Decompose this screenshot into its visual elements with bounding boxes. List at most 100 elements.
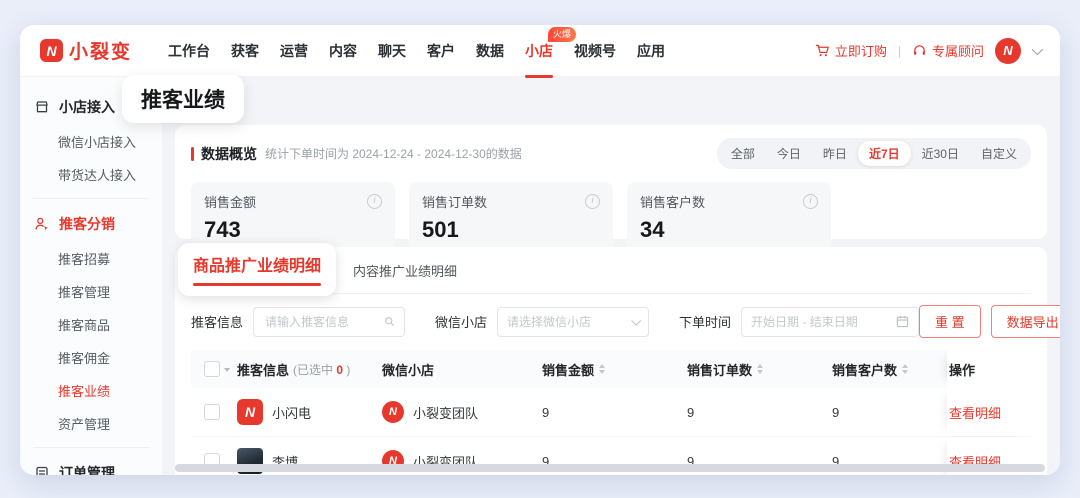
order-now-button[interactable]: 立即订购 <box>815 41 887 60</box>
sort-icon[interactable] <box>757 361 763 377</box>
app-window: N 小裂变 工作台 获客 运营 内容 聊天 客户 数据 小店 火爆 视频号 应用… <box>20 25 1060 475</box>
shop-select-placeholder: 请选择微信小店 <box>507 313 626 330</box>
overview-section-title: 数据概览 <box>201 144 257 164</box>
nav-item-channels[interactable]: 视频号 <box>574 41 616 61</box>
advisor-button[interactable]: 专属顾问 <box>912 41 984 60</box>
filter-bar: 推客信息 微信小店 请选择微信小店 下单时 <box>191 305 1031 338</box>
info-icon[interactable]: i <box>585 194 600 209</box>
nav-item-apps[interactable]: 应用 <box>637 41 665 61</box>
date-range-picker[interactable]: 开始日期 - 结束日期 <box>741 307 919 337</box>
brand-logo[interactable]: N 小裂变 <box>40 37 132 64</box>
nav-item-customer[interactable]: 客户 <box>427 41 455 61</box>
sidebar-group-label: 小店接入 <box>59 97 115 117</box>
brand-logo-icon: N <box>40 39 63 62</box>
tab-content-promotion-detail[interactable]: 内容推广业绩明细 <box>353 261 457 280</box>
order-time-filter-label: 下单时间 <box>679 312 731 331</box>
stat-label: 销售客户数 <box>640 192 705 211</box>
nav-item-acquisition[interactable]: 获客 <box>231 41 259 61</box>
range-tab-all[interactable]: 全部 <box>720 141 766 166</box>
data-overview-card: 数据概览 统计下单时间为 2024-12-24 - 2024-12-30的数据 … <box>175 125 1047 239</box>
detail-tabs: 商品推广业绩明细 内容推广业绩明细 <box>191 247 1031 294</box>
stat-label: 销售金额 <box>204 192 256 211</box>
table-row: N 小闪电 N 小裂变团队 9 9 9 查看明细 <box>191 388 1031 437</box>
nav-item-chat[interactable]: 聊天 <box>378 41 406 61</box>
promoter-search-field[interactable] <box>253 307 405 337</box>
date-range-placeholder: 开始日期 - 结束日期 <box>751 313 890 330</box>
range-tab-yesterday[interactable]: 昨日 <box>812 141 858 166</box>
date-range-segmented-control: 全部 今日 昨日 近7日 近30日 自定义 <box>717 138 1031 169</box>
column-header-shop: 微信小店 <box>382 360 434 379</box>
horizontal-scrollbar[interactable] <box>175 464 1045 472</box>
brand-name: 小裂变 <box>69 37 132 64</box>
headset-icon <box>912 43 927 58</box>
range-tab-last7days[interactable]: 近7日 <box>858 141 911 166</box>
table-header: 推客信息 (已选中 0 ) 微信小店 销售金额 销售订单数 销售客户数 <box>191 350 1031 388</box>
advisor-label: 专属顾问 <box>932 41 984 60</box>
sidebar-divider <box>33 198 149 199</box>
promoter-filter-label: 推客信息 <box>191 312 243 331</box>
tab-goods-promotion-detail[interactable]: 商品推广业绩明细 <box>178 243 336 296</box>
sidebar-item-promoter-recruit[interactable]: 推客招募 <box>20 242 162 275</box>
column-header-action: 操作 <box>949 360 975 379</box>
sidebar: 小店接入 微信小店接入 带货达人接入 推客分销 推客招募 推客管理 推客商品 推… <box>20 77 162 475</box>
storefront-icon <box>34 99 50 115</box>
chevron-down-icon[interactable] <box>1032 43 1043 54</box>
shop-logo-icon: N <box>382 401 404 423</box>
stat-card-sales-customers: 销售客户数 i 34 <box>627 182 831 253</box>
topbar-actions: 立即订购 | 专属顾问 N <box>815 38 1040 64</box>
nav-item-data[interactable]: 数据 <box>476 41 504 61</box>
sidebar-item-influencer-access[interactable]: 带货达人接入 <box>20 158 162 191</box>
page-title: 推客业绩 <box>122 75 244 123</box>
sidebar-item-wechat-shop-access[interactable]: 微信小店接入 <box>20 125 162 158</box>
promoter-search-input[interactable] <box>263 314 378 330</box>
shop-name: 小裂变团队 <box>413 403 478 422</box>
hot-badge: 火爆 <box>548 27 576 42</box>
reset-button[interactable]: 重 置 <box>919 305 981 338</box>
sidebar-group-promoter-distribution[interactable]: 推客分销 <box>20 206 162 242</box>
order-now-label: 立即订购 <box>835 41 887 60</box>
sidebar-item-promoter-goods[interactable]: 推客商品 <box>20 308 162 341</box>
nav-item-workbench[interactable]: 工作台 <box>168 41 210 61</box>
info-icon[interactable]: i <box>367 194 382 209</box>
nav-item-shop[interactable]: 小店 火爆 <box>525 41 553 61</box>
sidebar-item-promoter-performance[interactable]: 推客业绩 <box>20 374 162 407</box>
active-tab-label: 商品推广业绩明细 <box>193 252 321 276</box>
range-tab-last30days[interactable]: 近30日 <box>911 141 970 166</box>
range-tab-today[interactable]: 今日 <box>766 141 812 166</box>
user-avatar[interactable]: N <box>995 38 1021 64</box>
shop-select[interactable]: 请选择微信小店 <box>497 307 649 337</box>
calendar-icon <box>896 315 909 328</box>
sidebar-group-order-manage[interactable]: 订单管理 <box>20 455 162 475</box>
column-header-orders: 销售订单数 <box>687 360 752 379</box>
sales-customers-value: 9 <box>832 405 947 420</box>
select-menu-caret-icon[interactable] <box>224 368 230 375</box>
promoter-person-icon <box>34 216 50 232</box>
search-icon <box>384 315 395 328</box>
column-header-promoter: 推客信息 <box>237 360 289 379</box>
nav-item-operation[interactable]: 运营 <box>280 41 308 61</box>
row-checkbox[interactable] <box>204 404 220 420</box>
column-header-amount: 销售金额 <box>542 360 594 379</box>
sort-icon[interactable] <box>902 361 908 377</box>
sidebar-item-promoter-manage[interactable]: 推客管理 <box>20 275 162 308</box>
export-data-button[interactable]: 数据导出 <box>991 305 1060 338</box>
promoter-name: 小闪电 <box>272 403 311 422</box>
column-header-customers: 销售客户数 <box>832 360 897 379</box>
sidebar-item-promoter-commission[interactable]: 推客佣金 <box>20 341 162 374</box>
nav-item-content[interactable]: 内容 <box>329 41 357 61</box>
range-tab-custom[interactable]: 自定义 <box>970 141 1028 166</box>
view-detail-link[interactable]: 查看明细 <box>949 403 1001 422</box>
stat-value: 34 <box>640 217 818 243</box>
sort-icon[interactable] <box>599 361 605 377</box>
section-accent-bar <box>191 147 194 161</box>
stat-card-sales-orders: 销售订单数 i 501 <box>409 182 613 253</box>
selected-count-note: (已选中 0 ) <box>293 361 350 378</box>
sidebar-divider <box>33 447 149 448</box>
info-icon[interactable]: i <box>803 194 818 209</box>
sidebar-group-label: 推客分销 <box>59 214 115 234</box>
sidebar-group-label: 订单管理 <box>59 463 115 475</box>
shop-filter-label: 微信小店 <box>435 312 487 331</box>
active-tab-underline <box>193 283 321 286</box>
sidebar-item-asset-manage[interactable]: 资产管理 <box>20 407 162 440</box>
select-all-checkbox[interactable] <box>204 361 220 377</box>
